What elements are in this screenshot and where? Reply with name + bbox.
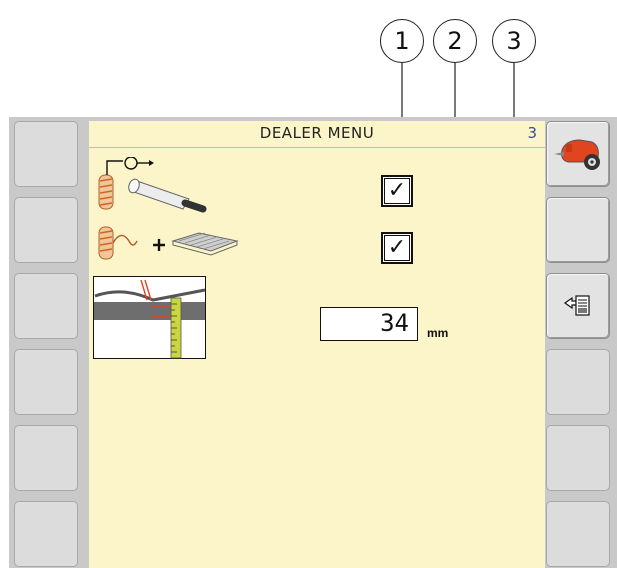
checkmark-icon: ✓ bbox=[387, 235, 407, 260]
twine-plus-net-checkbox[interactable]: ✓ bbox=[381, 232, 413, 264]
callout-1: 1 bbox=[380, 19, 424, 63]
manual-figure: 1 2 3 DEALER MENU 3 ✓ ✓ 34 mm bbox=[0, 0, 617, 568]
back-to-list-softkey[interactable] bbox=[546, 273, 610, 339]
left-softkey-5[interactable] bbox=[14, 425, 78, 491]
left-softkey-1[interactable] bbox=[14, 121, 78, 187]
right-softkey-6[interactable] bbox=[546, 501, 610, 567]
twine-plus-net-icon bbox=[98, 226, 239, 260]
title-bar: DEALER MENU 3 bbox=[89, 121, 545, 148]
right-softkey-2[interactable] bbox=[546, 197, 610, 263]
round-baler-softkey[interactable] bbox=[546, 121, 610, 187]
back-to-list-icon bbox=[563, 295, 590, 316]
right-softkey-4[interactable] bbox=[546, 349, 610, 415]
twine-net-wrap-roll-icon bbox=[98, 157, 207, 213]
twine-arm-offset-gauge-icon bbox=[93, 276, 206, 359]
twine-offset-unit: mm bbox=[427, 326, 449, 340]
page-title: DEALER MENU bbox=[259, 124, 375, 142]
left-softkey-3[interactable] bbox=[14, 273, 78, 339]
round-baler-icon bbox=[554, 139, 600, 170]
twine-with-net-checkbox[interactable]: ✓ bbox=[381, 175, 413, 207]
page-number: 3 bbox=[527, 124, 537, 142]
left-softkey-2[interactable] bbox=[14, 197, 78, 263]
checkmark-icon: ✓ bbox=[387, 178, 407, 203]
left-softkey-4[interactable] bbox=[14, 349, 78, 415]
right-softkey-5[interactable] bbox=[546, 425, 610, 491]
terminal-display: DEALER MENU 3 ✓ ✓ 34 mm bbox=[9, 117, 617, 568]
left-softkey-6[interactable] bbox=[14, 501, 78, 567]
dealer-menu-screen: DEALER MENU 3 ✓ ✓ 34 mm bbox=[89, 121, 545, 568]
callout-2: 2 bbox=[433, 19, 477, 63]
callout-3: 3 bbox=[492, 19, 536, 63]
twine-offset-value-field[interactable]: 34 bbox=[320, 307, 418, 341]
